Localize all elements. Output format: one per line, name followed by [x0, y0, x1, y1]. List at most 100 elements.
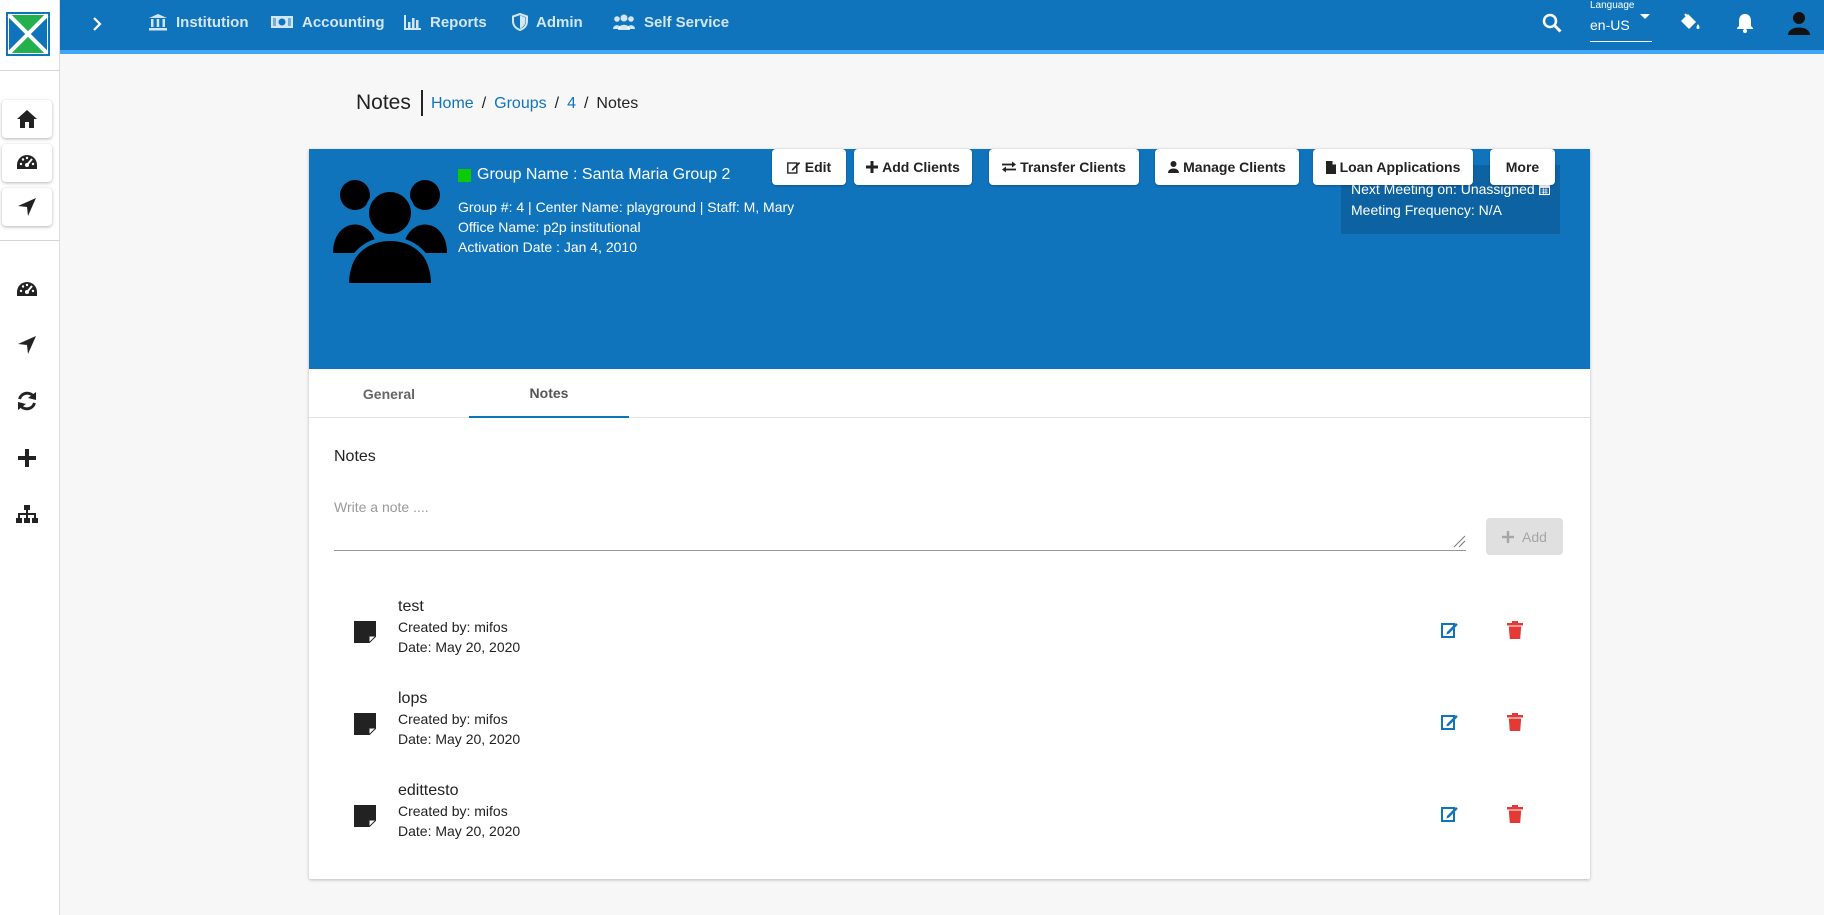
sticky-note-icon — [354, 621, 376, 643]
edit-button[interactable]: Edit — [772, 149, 846, 185]
edit-note-icon[interactable] — [1441, 621, 1459, 639]
sidebar-home-button[interactable] — [2, 100, 52, 138]
delete-note-icon[interactable] — [1507, 805, 1523, 823]
location-arrow-icon — [18, 336, 36, 354]
tab-notes[interactable]: Notes — [469, 369, 629, 418]
manage-clients-button-label: Manage Clients — [1183, 159, 1286, 175]
user-icon — [1788, 12, 1810, 35]
more-button-label: More — [1505, 159, 1540, 175]
user-icon — [1168, 161, 1180, 173]
language-label: Language — [1590, 0, 1635, 11]
language-select[interactable]: Language en-US — [1590, 0, 1652, 42]
notifications-button[interactable] — [1733, 11, 1757, 35]
note-item: lops Created by: mifos Date: May 20, 202… — [334, 689, 1564, 761]
transfer-clients-button[interactable]: Transfer Clients — [989, 149, 1139, 185]
note-title: test — [398, 598, 424, 615]
group-name: Group Name : Santa Maria Group 2 — [458, 166, 730, 184]
theme-button[interactable] — [1678, 11, 1702, 35]
add-note-button[interactable]: Add — [1486, 518, 1563, 555]
tab-general[interactable]: General — [309, 369, 469, 418]
page-title: Notes — [356, 90, 423, 116]
resize-handle-icon[interactable] — [1452, 534, 1466, 548]
sidebar-divider — [0, 70, 60, 71]
status-indicator — [458, 168, 471, 182]
loan-applications-button[interactable]: Loan Applications — [1313, 149, 1473, 185]
sticky-note-icon — [354, 805, 376, 827]
location-arrow-icon — [18, 198, 36, 216]
breadcrumb-separator: / — [554, 95, 560, 112]
more-button[interactable]: More — [1490, 149, 1555, 185]
group-activation-date: Activation Date : Jan 4, 2010 — [458, 239, 637, 255]
note-item: test Created by: mifos Date: May 20, 202… — [334, 597, 1564, 669]
nav-institution-label: Institution — [176, 13, 249, 31]
shield-icon — [512, 13, 528, 31]
nav-self-service-label: Self Service — [644, 13, 730, 31]
users-group-icon — [333, 180, 447, 285]
edit-button-label: Edit — [804, 159, 832, 175]
paint-bucket-icon — [1681, 13, 1700, 29]
edit-note-icon[interactable] — [1441, 805, 1459, 823]
breadcrumb-groups[interactable]: Groups — [494, 94, 546, 114]
search-button[interactable] — [1540, 11, 1564, 35]
money-icon — [271, 16, 293, 28]
sidebar-dashboard-button[interactable] — [2, 144, 52, 182]
delete-note-icon[interactable] — [1507, 621, 1523, 639]
add-clients-button[interactable]: Add Clients — [854, 149, 972, 185]
nav-accounting[interactable]: Accounting — [270, 0, 385, 44]
note-title: lops — [398, 690, 428, 707]
sidebar — [0, 0, 60, 915]
edit-note-icon[interactable] — [1441, 713, 1459, 731]
note-created-by: Created by: mifos — [398, 711, 508, 727]
logo-icon — [6, 12, 50, 56]
breadcrumb-group-id[interactable]: 4 — [567, 94, 576, 114]
note-input-field — [334, 489, 1466, 551]
nav-admin-label: Admin — [536, 13, 583, 31]
plus-icon — [1502, 530, 1515, 543]
group-name-text: Group Name : Santa Maria Group 2 — [477, 166, 731, 183]
tab-bar: General Notes — [309, 369, 1590, 418]
sidebar-refresh-link[interactable] — [12, 386, 42, 416]
group-office: Office Name: p2p institutional — [458, 219, 641, 235]
dashboard-icon — [17, 282, 37, 296]
nav-self-service[interactable]: Self Service — [612, 0, 729, 44]
group-avatar — [333, 175, 447, 285]
group-card: Group Name : Santa Maria Group 2 Group #… — [309, 149, 1590, 879]
plus-icon — [18, 449, 36, 467]
meeting-frequency: Meeting Frequency: N/A — [1351, 202, 1502, 218]
dashboard-icon — [17, 155, 37, 169]
edit-icon — [786, 161, 800, 174]
delete-note-icon[interactable] — [1507, 713, 1523, 731]
manage-clients-button[interactable]: Manage Clients — [1155, 149, 1299, 185]
add-clients-button-label: Add Clients — [882, 159, 960, 175]
sidebar-add-link[interactable] — [12, 443, 42, 473]
sidebar-navigation-button[interactable] — [2, 188, 52, 226]
notes-heading: Notes — [334, 448, 376, 465]
sidebar-dashboard-link[interactable] — [12, 275, 42, 305]
group-header: Group Name : Santa Maria Group 2 Group #… — [309, 149, 1590, 369]
sidebar-navigation-link[interactable] — [12, 330, 42, 360]
plus-icon — [866, 161, 879, 173]
bell-icon — [1737, 14, 1753, 33]
breadcrumb-separator: / — [481, 95, 487, 112]
nav-admin[interactable]: Admin — [512, 0, 583, 44]
nav-institution[interactable]: Institution — [148, 0, 248, 44]
breadcrumb-separator: / — [583, 95, 589, 112]
home-icon — [17, 110, 37, 128]
note-title: edittesto — [398, 782, 459, 799]
users-icon — [613, 14, 635, 30]
menu-toggle-button[interactable] — [86, 13, 108, 35]
note-created-by: Created by: mifos — [398, 619, 508, 635]
file-icon — [1325, 160, 1336, 174]
note-date: Date: May 20, 2020 — [398, 639, 521, 655]
exchange-icon — [1002, 161, 1017, 173]
user-menu-button[interactable] — [1787, 11, 1811, 35]
note-input[interactable] — [334, 489, 1466, 550]
top-toolbar: Institution Accounting Reports Admin Sel… — [60, 0, 1824, 54]
logo[interactable] — [6, 12, 50, 56]
note-created-by: Created by: mifos — [398, 803, 508, 819]
language-value: en-US — [1590, 17, 1630, 33]
breadcrumb-home[interactable]: Home — [431, 94, 474, 114]
sidebar-hierarchy-link[interactable] — [12, 499, 42, 529]
nav-accounting-label: Accounting — [302, 13, 385, 31]
nav-reports[interactable]: Reports — [404, 0, 487, 44]
